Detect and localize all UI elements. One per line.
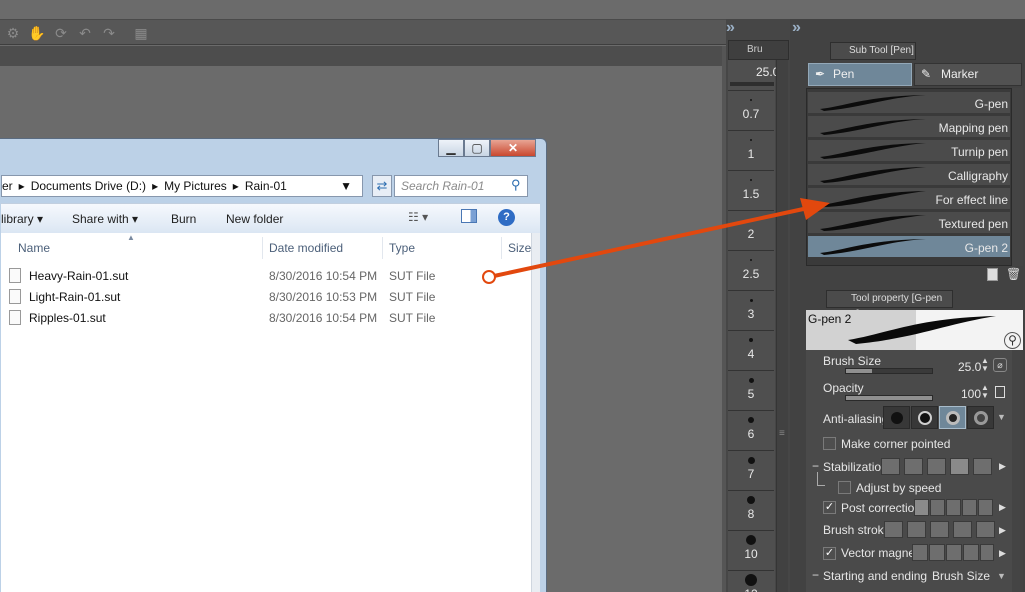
annotation-arrow xyxy=(482,198,830,284)
